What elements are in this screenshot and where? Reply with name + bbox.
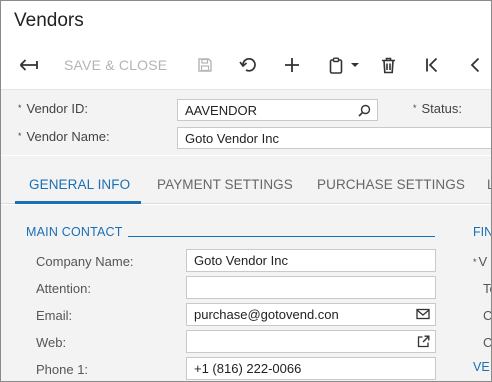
tab-payment-settings[interactable]: PAYMENT SETTINGS <box>157 177 293 192</box>
email-label: Email: <box>36 308 73 323</box>
back-button[interactable] <box>18 53 40 77</box>
caret-down-icon <box>351 63 359 67</box>
search-icon[interactable] <box>358 104 371 117</box>
required-marker: * <box>413 102 417 113</box>
required-marker: * <box>473 257 477 267</box>
chevron-left-icon <box>470 57 480 73</box>
external-link-icon[interactable] <box>417 335 430 348</box>
main-contact-title: MAIN CONTACT <box>26 225 123 239</box>
vendor-name-label-text: Vendor Name: <box>26 129 110 144</box>
company-name-input[interactable]: Goto Vendor Inc <box>186 249 436 272</box>
save-and-close-button[interactable]: SAVE & CLOSE <box>64 53 167 77</box>
right-row-1: * V <box>473 254 487 269</box>
undo-button[interactable] <box>238 53 258 77</box>
vendor-name-label: * Vendor Name: <box>18 129 110 144</box>
vendor-id-label: * Vendor ID: <box>18 101 88 116</box>
web-label: Web: <box>36 335 67 350</box>
arrow-left-icon <box>19 59 38 71</box>
vendor-id-value: AAVENDOR <box>185 103 257 118</box>
right-row-3: C <box>483 308 492 323</box>
financial-section-title: FIN <box>473 225 492 239</box>
company-name-label: Company Name: <box>36 254 134 269</box>
tab-bar: GENERAL INFO PAYMENT SETTINGS PURCHASE S… <box>1 156 491 204</box>
vendor-id-label-text: Vendor ID: <box>26 101 88 116</box>
trash-icon <box>381 57 395 73</box>
right-row-4: C <box>483 335 492 350</box>
phone-1-label: Phone 1: <box>36 362 89 377</box>
clipboard-menu-button[interactable] <box>327 53 361 77</box>
vendor-section-title: VE <box>473 360 490 374</box>
status-label-text: Status: <box>421 101 462 116</box>
envelope-icon[interactable] <box>416 308 430 320</box>
previous-record-button[interactable] <box>467 53 483 77</box>
first-record-button[interactable] <box>422 53 442 77</box>
delete-button[interactable] <box>378 53 398 77</box>
first-record-icon <box>426 57 438 73</box>
active-tab-indicator <box>15 201 141 204</box>
clipboard-icon <box>329 57 343 74</box>
email-input[interactable]: purchase@gotovend.con <box>186 303 436 326</box>
section-divider <box>128 236 435 237</box>
page-title: Vendors <box>14 10 84 31</box>
tab-truncated[interactable]: L <box>487 177 491 192</box>
vendor-id-field[interactable]: AAVENDOR <box>177 99 378 121</box>
required-marker: * <box>18 102 22 113</box>
undo-icon <box>239 57 256 72</box>
summary-panel: * Vendor ID: AAVENDOR * Status: * Vendor… <box>1 89 491 155</box>
right-row-1-label: V <box>478 254 488 269</box>
floppy-disk-icon <box>198 58 212 72</box>
add-button[interactable] <box>282 53 302 77</box>
phone-1-input[interactable]: +1 (816) 222-0066 <box>186 357 436 380</box>
general-info-panel: MAIN CONTACT Company Name: Goto Vendor I… <box>1 205 492 381</box>
vendor-name-field[interactable]: Goto Vendor Inc <box>177 127 491 149</box>
email-value: purchase@gotovend.con <box>194 307 339 322</box>
tab-general-info[interactable]: GENERAL INFO <box>29 177 130 192</box>
tab-purchase-settings[interactable]: PURCHASE SETTINGS <box>317 177 465 192</box>
attention-input[interactable] <box>186 276 436 299</box>
right-row-2: Te <box>483 281 491 296</box>
plus-icon <box>285 58 299 72</box>
toolbar: SAVE & CLOSE <box>1 45 491 85</box>
web-input[interactable] <box>186 330 436 353</box>
status-label: * Status: <box>413 101 462 116</box>
save-button[interactable] <box>195 53 215 77</box>
required-marker: * <box>18 130 22 141</box>
app-window: Vendors SAVE & CLOSE * Vendor ID: AAVEND… <box>0 0 492 382</box>
attention-label: Attention: <box>36 281 91 296</box>
